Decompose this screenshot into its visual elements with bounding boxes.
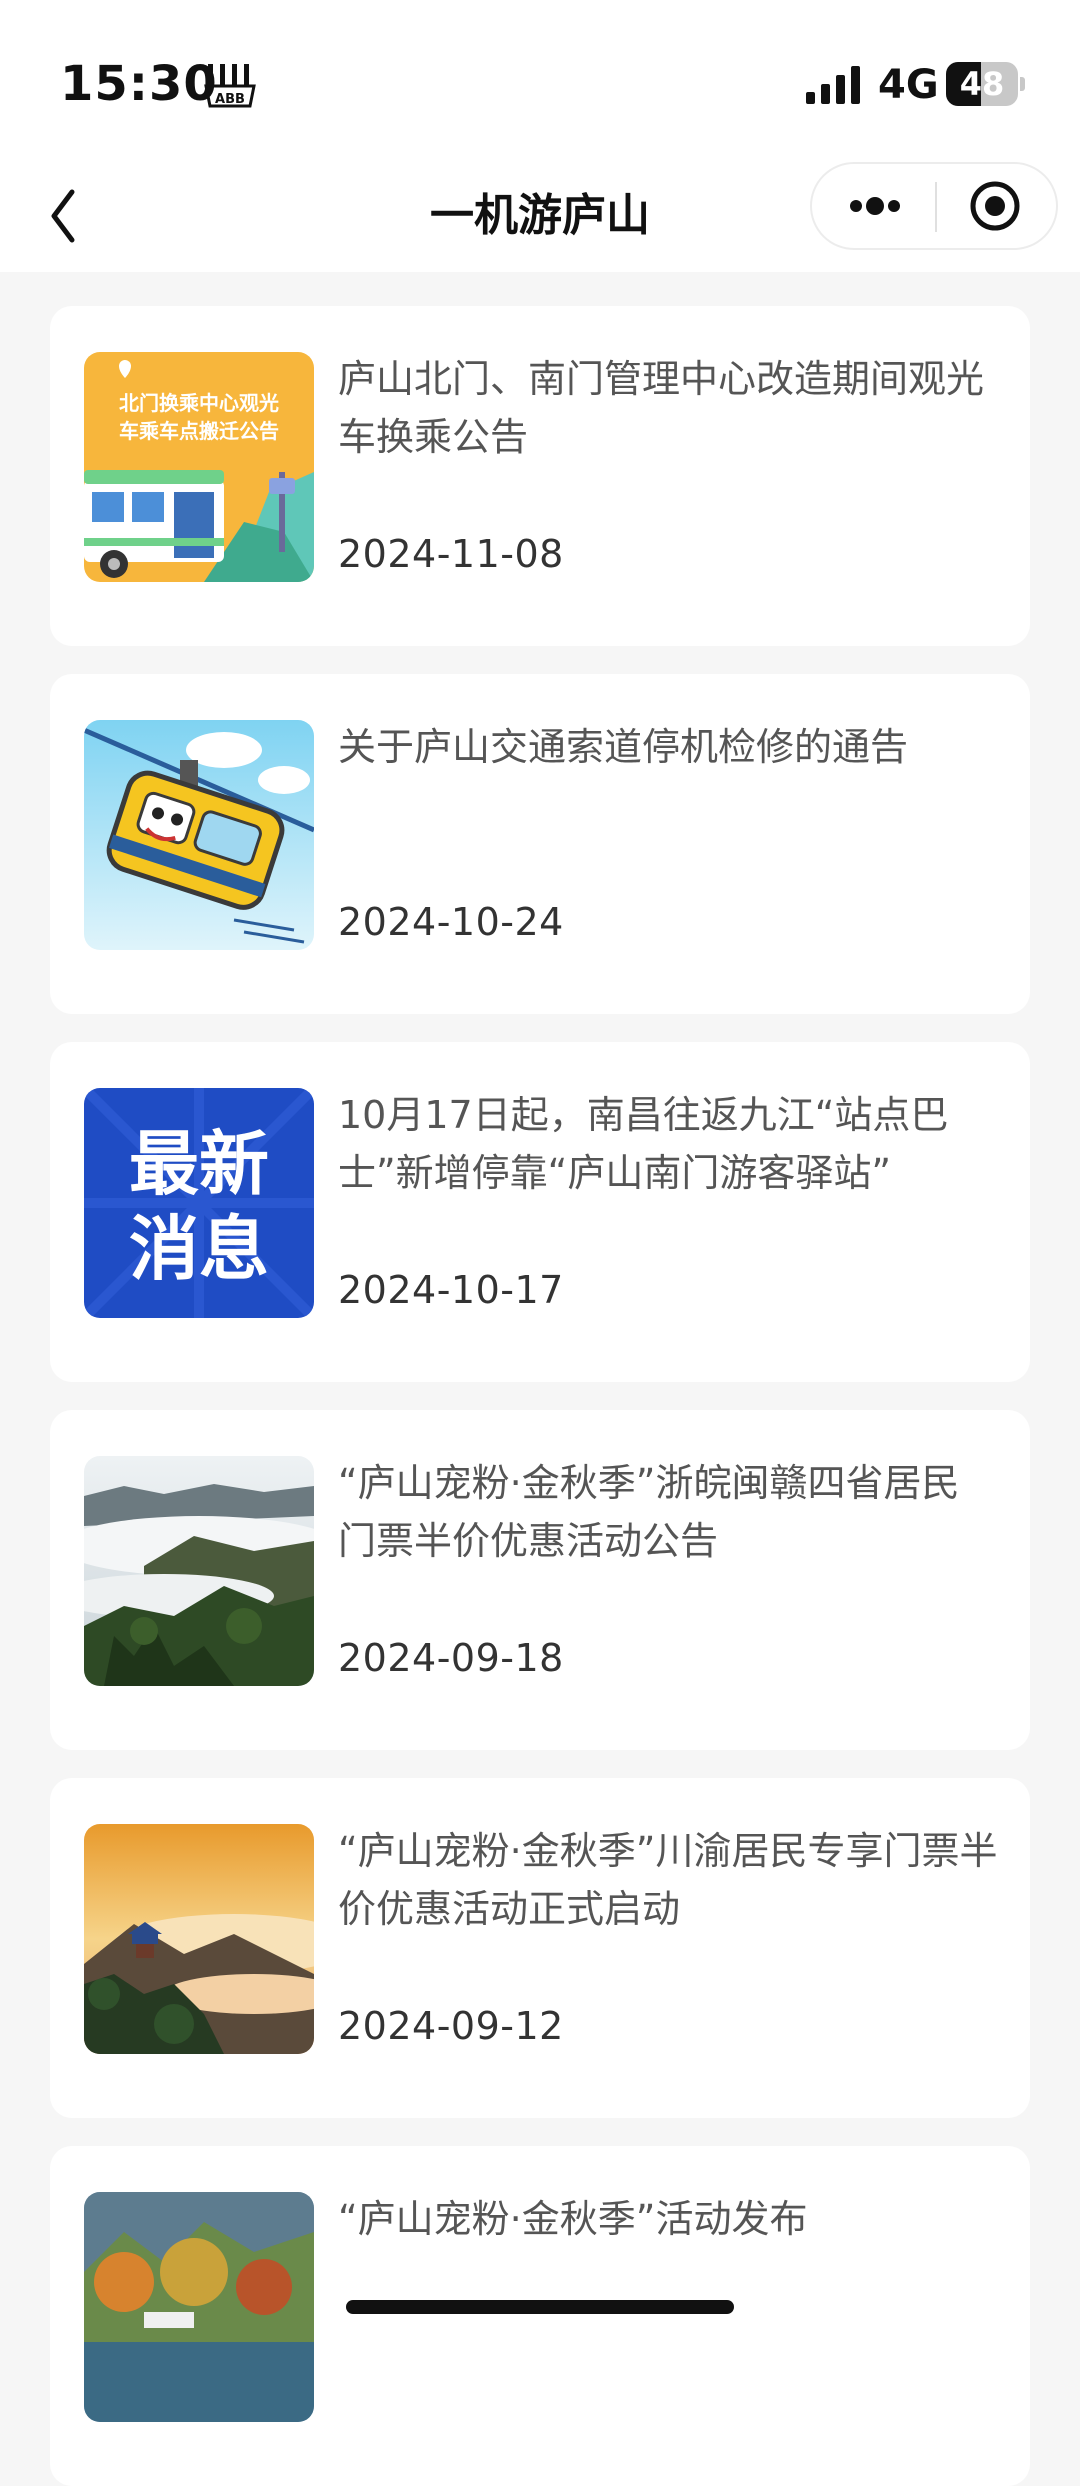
news-item[interactable]: “庐山宠粉·金秋季”浙皖闽赣四省居民 门票半价优惠活动公告 2024-09-18 xyxy=(50,1410,1030,1750)
page-title: 一机游庐山 xyxy=(430,190,650,241)
news-date: 2024-10-24 xyxy=(338,900,564,944)
news-date: 2024-10-17 xyxy=(338,1268,564,1312)
news-title: “庐山宠粉·金秋季”浙皖闽赣四省居民 门票半价优惠活动公告 xyxy=(338,1461,960,1563)
news-title: 庐山北门、南门管理中心改造期间观光车换乘公告 xyxy=(338,357,985,459)
thumb-caption-line-2: 消息 xyxy=(129,1208,269,1290)
news-date: 2024-09-12 xyxy=(338,2004,564,2048)
news-date: 2024-11-08 xyxy=(338,532,564,576)
sunset-pavilion-photo-thumbnail xyxy=(84,1824,314,2054)
home-indicator xyxy=(346,2300,734,2314)
cable-car-illustration-thumbnail xyxy=(84,720,314,950)
news-item[interactable]: 最新 消息 10月17日起，南昌往返九江“站点巴士”新增停靠“庐山南门游客驿站”… xyxy=(50,1042,1030,1382)
more-dots-icon[interactable] xyxy=(822,170,928,242)
mountain-cloud-photo-thumbnail xyxy=(84,1456,314,1686)
news-date: 2024-09-18 xyxy=(338,1636,564,1680)
status-bar: 15:30 ABB 4G 48 xyxy=(0,0,1080,160)
notification-app-icon: ABB xyxy=(204,64,256,108)
close-miniapp-icon[interactable] xyxy=(942,170,1048,242)
news-title: “庐山宠粉·金秋季”活动发布 xyxy=(338,2197,808,2241)
news-title: 关于庐山交通索道停机检修的通告 xyxy=(338,725,909,769)
thumb-caption-line-1: 北门换乘中心观光 xyxy=(119,391,279,415)
navigation-bar: 一机游庐山 xyxy=(0,160,1080,272)
thumb-caption-line-1: 最新 xyxy=(129,1123,269,1205)
back-chevron-icon[interactable] xyxy=(36,176,116,256)
news-title: 10月17日起，南昌往返九江“站点巴士”新增停靠“庐山南门游客驿站” xyxy=(338,1093,949,1195)
network-type-label: 4G xyxy=(878,62,939,108)
svg-text:ABB: ABB xyxy=(215,92,245,107)
news-item[interactable]: “庐山宠粉·金秋季”川渝居民专享门票半价优惠活动正式启动 2024-09-12 xyxy=(50,1778,1030,2118)
thumb-caption-line-2: 车乘车点搬迁公告 xyxy=(119,419,279,443)
bus-illustration-thumbnail: 北门换乘中心观光 车乘车点搬迁公告 xyxy=(84,352,314,582)
battery-percent: 48 xyxy=(959,65,1005,103)
news-item[interactable]: 北门换乘中心观光 车乘车点搬迁公告 庐山北门、南门管理中心改造期间观光车换乘公告… xyxy=(50,306,1030,646)
latest-news-banner-thumbnail: 最新 消息 xyxy=(84,1088,314,1318)
news-item[interactable]: 关于庐山交通索道停机检修的通告 2024-10-24 xyxy=(50,674,1030,1014)
status-time: 15:30 xyxy=(60,56,218,112)
battery-icon: 48 xyxy=(946,62,1026,106)
autumn-lake-photo-thumbnail xyxy=(84,2192,314,2422)
miniapp-capsule xyxy=(810,162,1058,250)
cellular-signal-icon xyxy=(806,66,860,104)
news-item[interactable]: “庐山宠粉·金秋季”活动发布 xyxy=(50,2146,1030,2486)
news-title: “庐山宠粉·金秋季”川渝居民专享门票半价优惠活动正式启动 xyxy=(338,1829,998,1931)
